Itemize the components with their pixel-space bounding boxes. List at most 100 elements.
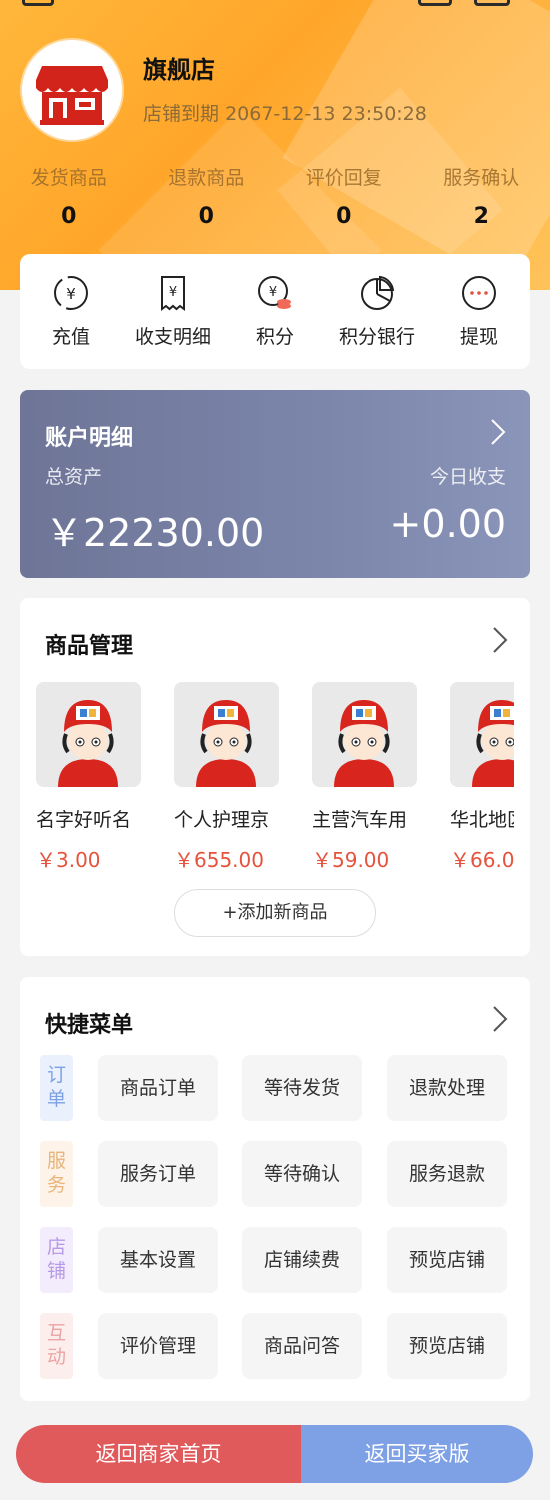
- pie-chart-icon: [361, 275, 395, 310]
- quick-item[interactable]: 预览店铺: [387, 1227, 507, 1293]
- tool-points[interactable]: ¥ 积分: [225, 274, 325, 349]
- quick-tag: 店铺: [40, 1227, 73, 1293]
- settings-icon[interactable]: [418, 0, 452, 6]
- quick-item[interactable]: 商品订单: [98, 1055, 218, 1121]
- quick-tag-text: 店铺: [46, 1236, 66, 1282]
- stat-label: 服务确认: [443, 167, 520, 189]
- chevron-right-icon[interactable]: [492, 626, 508, 654]
- account-card[interactable]: 账户明细 总资产 今日收支 ￥22230.00 +0.00: [20, 390, 530, 578]
- today-income-value: +0.00: [389, 502, 506, 546]
- quick-tag: 互动: [40, 1313, 73, 1379]
- quick-item[interactable]: 预览店铺: [387, 1313, 507, 1379]
- quick-row-order: 订单 商品订单 等待发货 退款处理: [40, 1055, 510, 1121]
- stat-review-reply[interactable]: 评价回复 0: [275, 163, 413, 229]
- chevron-right-icon[interactable]: [490, 418, 506, 446]
- product-price: ￥3.00: [36, 848, 101, 872]
- bottom-actions: 返回商家首页 返回买家版: [16, 1425, 533, 1483]
- product-list[interactable]: 名字好听名 ￥3.00 个人护理京 ￥655.00 主营汽车用 ￥59.00 华…: [36, 682, 514, 872]
- chevron-right-icon[interactable]: [492, 1005, 508, 1033]
- product-name: 名字好听名: [36, 809, 132, 831]
- tool-income-detail[interactable]: ¥ 收支明细: [123, 274, 223, 349]
- product-item[interactable]: 个人护理京 ￥655.00: [174, 682, 284, 872]
- tool-label: 收支明细: [134, 326, 211, 348]
- tool-recharge[interactable]: ¥ 充值: [21, 274, 121, 349]
- expire-label: 店铺到期: [143, 103, 220, 125]
- account-title: 账户明细: [45, 426, 134, 451]
- tool-label: 充值: [51, 326, 90, 348]
- stat-label: 评价回复: [305, 167, 382, 189]
- tool-points-bank[interactable]: 积分银行: [327, 274, 427, 349]
- quick-item[interactable]: 服务退款: [387, 1141, 507, 1207]
- product-item[interactable]: 主营汽车用 ￥59.00: [312, 682, 422, 872]
- quick-tag: 服务: [40, 1141, 73, 1207]
- product-name: 个人护理京: [174, 809, 270, 831]
- stats-row: 发货商品 0 退款商品 0 评价回复 0 服务确认 2: [0, 163, 550, 229]
- quick-item[interactable]: 服务订单: [98, 1141, 218, 1207]
- stat-value: 2: [473, 204, 489, 229]
- product-image: [36, 682, 141, 787]
- quick-item[interactable]: 商品问答: [242, 1313, 362, 1379]
- total-assets-label: 总资产: [45, 466, 103, 488]
- shop-store-icon: [22, 40, 122, 140]
- quick-tag-text: 互动: [46, 1322, 66, 1368]
- stat-service-confirm[interactable]: 服务确认 2: [413, 163, 550, 229]
- product-name: 主营汽车用: [312, 809, 408, 831]
- back-to-merchant-home-button[interactable]: 返回商家首页: [16, 1425, 301, 1483]
- add-product-button[interactable]: +添加新商品: [174, 889, 376, 937]
- quick-tag-text: 服务: [46, 1150, 66, 1196]
- today-income-label: 今日收支: [429, 466, 506, 488]
- product-price: ￥655.00: [174, 848, 264, 872]
- quick-row-interaction: 互动 评价管理 商品问答 预览店铺: [40, 1313, 510, 1379]
- back-icon[interactable]: [22, 0, 54, 6]
- quick-tag: 订单: [40, 1055, 73, 1121]
- quick-menu-card: 快捷菜单 订单 商品订单 等待发货 退款处理 服务 服务订单 等待确认 服务退款…: [20, 977, 530, 1401]
- tools-card: ¥ 充值 ¥ 收支明细 ¥ 积分 积分银行 提现: [20, 254, 530, 369]
- quick-item[interactable]: 基本设置: [98, 1227, 218, 1293]
- stat-value: 0: [336, 204, 352, 229]
- quick-item[interactable]: 等待确认: [242, 1141, 362, 1207]
- product-image: [450, 682, 514, 787]
- tool-label: 提现: [459, 326, 498, 348]
- expire-value: 2067-12-13 23:50:28: [225, 103, 427, 125]
- product-name: 华北地区: [450, 809, 514, 831]
- stat-shipped-goods[interactable]: 发货商品 0: [0, 163, 138, 229]
- total-assets-value: ￥22230.00: [45, 511, 265, 555]
- shop-expire: 店铺到期 2067-12-13 23:50:28: [143, 99, 427, 126]
- product-price: ￥59.00: [312, 848, 390, 872]
- receipt-icon: ¥: [161, 276, 185, 311]
- stat-label: 发货商品: [30, 167, 107, 189]
- quick-item[interactable]: 店铺续费: [242, 1227, 362, 1293]
- quick-item[interactable]: 等待发货: [242, 1055, 362, 1121]
- recharge-icon: ¥: [54, 276, 88, 310]
- product-image: [312, 682, 417, 787]
- product-management-card: 商品管理 名字好听名 ￥3.00 个人护理京 ￥655.00 主营汽车用 ￥59…: [20, 598, 530, 956]
- stat-value: 0: [61, 204, 77, 229]
- product-price: ￥66.00: [450, 848, 514, 872]
- stat-refund-goods[interactable]: 退款商品 0: [138, 163, 276, 229]
- back-to-buyer-button[interactable]: 返回买家版: [301, 1425, 533, 1483]
- tool-label: 积分银行: [338, 326, 415, 348]
- quick-row-shop: 店铺 基本设置 店铺续费 预览店铺: [40, 1227, 510, 1293]
- product-image: [174, 682, 279, 787]
- svg-text:¥: ¥: [269, 285, 277, 300]
- shop-name: 旗舰店: [143, 56, 215, 84]
- shop-avatar[interactable]: [20, 38, 124, 142]
- quick-item[interactable]: 退款处理: [387, 1055, 507, 1121]
- more-dots-icon: [462, 276, 496, 310]
- card-title: 快捷菜单: [45, 1013, 134, 1038]
- quick-item[interactable]: 评价管理: [98, 1313, 218, 1379]
- shop-header: 旗舰店 店铺到期 2067-12-13 23:50:28 发货商品 0 退款商品…: [0, 0, 550, 290]
- quick-tag-text: 订单: [46, 1064, 66, 1110]
- quick-row-service: 服务 服务订单 等待确认 服务退款: [40, 1141, 510, 1207]
- card-title: 商品管理: [45, 634, 134, 659]
- svg-text:¥: ¥: [66, 285, 76, 303]
- message-icon[interactable]: [474, 0, 510, 6]
- svg-text:¥: ¥: [169, 285, 177, 300]
- points-icon: ¥: [258, 276, 291, 309]
- product-item[interactable]: 华北地区 ￥66.00: [450, 682, 514, 872]
- tool-label: 积分: [255, 326, 294, 348]
- stat-label: 退款商品: [168, 167, 245, 189]
- product-item[interactable]: 名字好听名 ￥3.00: [36, 682, 146, 872]
- stat-value: 0: [198, 204, 214, 229]
- tool-withdraw[interactable]: 提现: [429, 274, 529, 349]
